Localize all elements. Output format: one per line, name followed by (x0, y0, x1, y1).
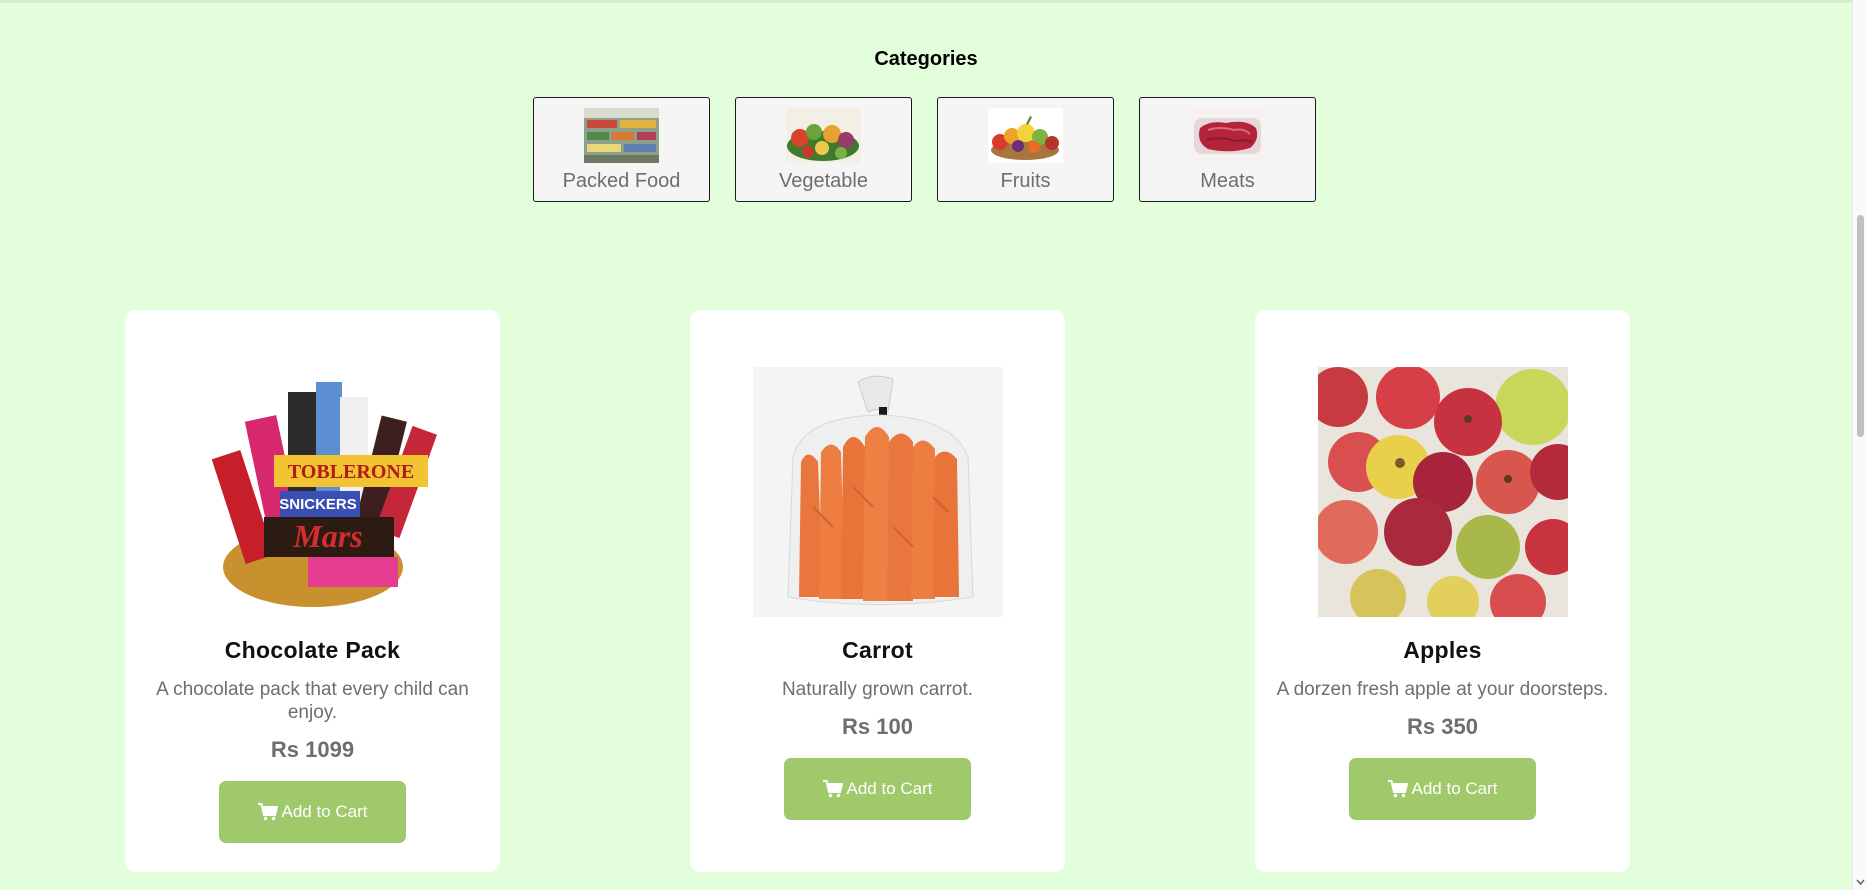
category-fruits[interactable]: Fruits (937, 97, 1114, 202)
product-card-apples: Apples A dorzen fresh apple at your door… (1255, 310, 1630, 872)
product-description: A dorzen fresh apple at your doorsteps. (1276, 679, 1609, 700)
category-label: Packed Food (562, 170, 681, 192)
category-packed-food[interactable]: Packed Food (533, 97, 710, 202)
top-divider (0, 0, 1852, 3)
product-name: Chocolate Pack (224, 637, 401, 663)
product-price: Rs 100 (842, 714, 913, 739)
product-name: Apples (1403, 637, 1482, 663)
apples-image (1317, 367, 1568, 617)
category-meats[interactable]: Meats (1139, 97, 1316, 202)
category-label: Meats (1200, 170, 1255, 192)
svg-text:Mars: Mars (292, 518, 362, 554)
vegetable-image (786, 108, 861, 163)
chocolate-pack-image: TOBLERONE SNICKERS Mars (187, 367, 438, 617)
scroll-down-arrow-icon[interactable] (1856, 877, 1865, 886)
meats-image (1190, 108, 1265, 163)
cart-icon (822, 780, 843, 798)
cart-icon (1387, 780, 1408, 798)
fruits-image (988, 108, 1063, 163)
add-to-cart-button[interactable]: Add to Cart (784, 758, 971, 820)
carrot-image (752, 367, 1003, 617)
svg-text:SNICKERS: SNICKERS (279, 496, 357, 513)
packed-food-image (584, 108, 659, 163)
add-to-cart-button[interactable]: Add to Cart (219, 781, 406, 843)
product-price: Rs 350 (1407, 714, 1478, 739)
categories-heading: Categories (874, 48, 978, 70)
category-label: Fruits (1000, 170, 1051, 192)
product-price: Rs 1099 (270, 737, 355, 762)
add-to-cart-label: Add to Cart (1411, 779, 1498, 798)
cart-icon (257, 803, 278, 821)
product-name: Carrot (842, 637, 913, 663)
scrollbar-thumb[interactable] (1857, 215, 1864, 437)
add-to-cart-button[interactable]: Add to Cart (1349, 758, 1536, 820)
product-card-chocolate-pack: TOBLERONE SNICKERS Mars Chocolate Pack A… (125, 310, 500, 872)
product-card-carrot: Carrot Naturally grown carrot. Rs 100 Ad… (690, 310, 1065, 872)
add-to-cart-label: Add to Cart (846, 779, 933, 798)
vertical-scrollbar[interactable] (1852, 0, 1867, 890)
product-description: Naturally grown carrot. (781, 679, 974, 700)
category-label: Vegetable (779, 170, 868, 192)
category-vegetable[interactable]: Vegetable (735, 97, 912, 202)
product-description: A chocolate pack that every child can en… (156, 679, 469, 723)
category-list: Packed Food Vegetable Fruits Meats (533, 97, 1316, 202)
add-to-cart-label: Add to Cart (281, 802, 368, 821)
svg-text:TOBLERONE: TOBLERONE (287, 461, 413, 483)
